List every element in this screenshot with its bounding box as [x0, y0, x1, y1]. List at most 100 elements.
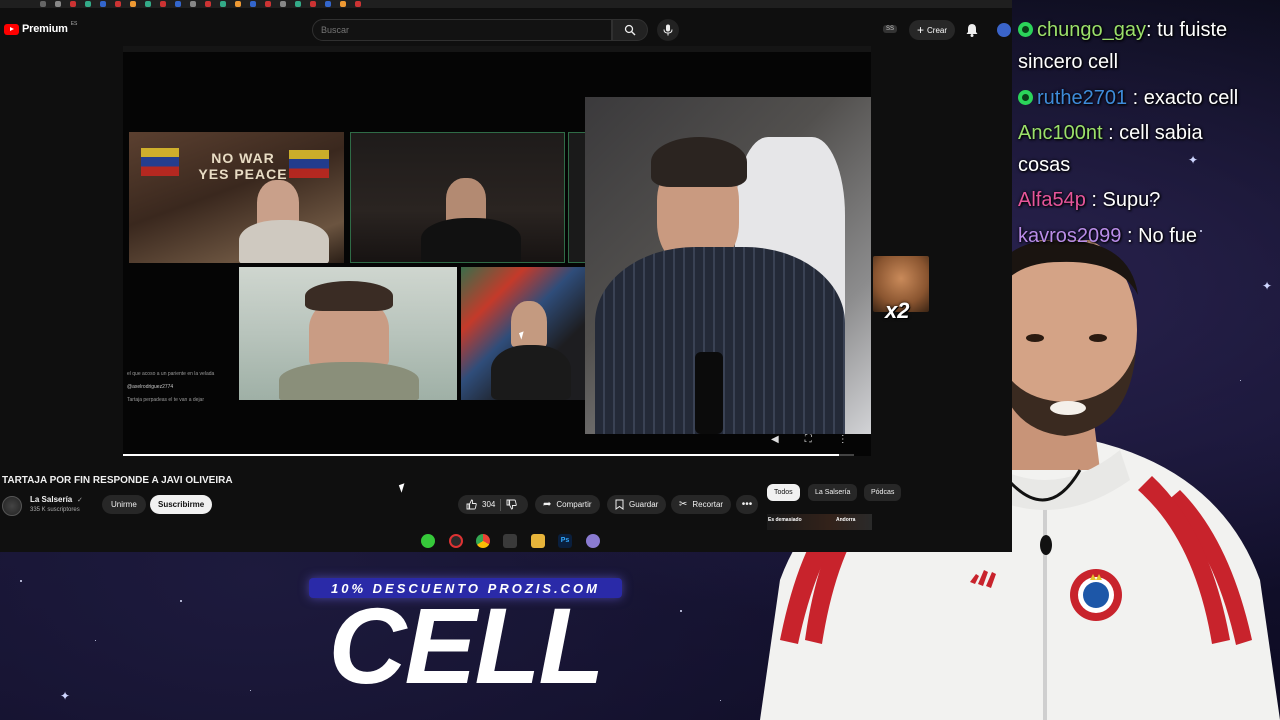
app-taskbar-icon[interactable]: [449, 534, 463, 548]
star: [250, 690, 251, 691]
tab-favicon[interactable]: [295, 1, 301, 7]
tab-favicon[interactable]: [55, 1, 61, 7]
tab-favicon[interactable]: [310, 1, 316, 7]
tab-favicon[interactable]: [160, 1, 166, 7]
chat-badge-icon: [1018, 22, 1033, 37]
thumbs-up-icon[interactable]: [466, 499, 477, 510]
tab-favicon[interactable]: [145, 1, 151, 7]
chat-message: Anc100nt : cell sabia: [1018, 117, 1203, 149]
tab-favicon[interactable]: [220, 1, 226, 7]
more-horizontal-icon: •••: [741, 499, 753, 510]
browser-window: Premium ES SS + Crear: [0, 0, 1012, 552]
search-icon: [624, 24, 636, 36]
more-icon[interactable]: ⋮: [838, 434, 848, 445]
folder-taskbar-icon[interactable]: [531, 534, 545, 548]
tab-favicon[interactable]: [325, 1, 331, 7]
tab-favicon[interactable]: [205, 1, 211, 7]
video-player[interactable]: NO WAR YES PEACE el que acoso a un parie…: [123, 46, 871, 456]
bookmark-icon: [615, 499, 624, 510]
chip-all[interactable]: Todos: [767, 484, 800, 501]
tab-favicon[interactable]: [280, 1, 286, 7]
like-dislike-group: 304: [458, 495, 528, 514]
subscriber-count: 335 K suscriptores: [30, 507, 80, 513]
player-controls: ◀ ⛶ ⋮: [771, 434, 848, 445]
emote-multiplier: x2: [885, 298, 910, 323]
tab-favicon[interactable]: [85, 1, 91, 7]
youtube-play-icon: [4, 23, 19, 35]
fullscreen-icon[interactable]: ⛶: [805, 434, 812, 445]
mini-chat-line: el que acoso a un pariente en la velada: [127, 371, 215, 377]
share-button[interactable]: ➦ Compartir: [535, 495, 600, 514]
search-button[interactable]: [612, 19, 648, 41]
thumbnail-text: Es demasiado: [768, 517, 802, 523]
youtube-logo[interactable]: Premium ES: [4, 21, 77, 35]
like-count[interactable]: 304: [482, 500, 495, 509]
mouse-cursor: [398, 483, 408, 493]
mini-chat-user: @axelrodriguez2774: [127, 384, 174, 390]
tab-favicon[interactable]: [265, 1, 271, 7]
guest-hair: [651, 137, 747, 187]
guest-cam-2: [350, 132, 565, 263]
account-avatar[interactable]: [997, 23, 1011, 37]
tab-favicon[interactable]: [340, 1, 346, 7]
sparkle: ✦: [60, 689, 71, 703]
chat-text: : exacto cell: [1127, 87, 1239, 109]
tab-favicon[interactable]: [235, 1, 241, 7]
guest-cam-1: NO WAR YES PEACE: [129, 132, 344, 263]
create-label: Crear: [927, 25, 948, 35]
tab-favicon[interactable]: [190, 1, 196, 7]
app-taskbar-icon[interactable]: [586, 534, 600, 548]
tab-favicon[interactable]: [40, 1, 46, 7]
microphone-icon: [663, 24, 673, 36]
progress-bar[interactable]: [123, 454, 854, 456]
chat-username: Anc100nt: [1018, 122, 1103, 144]
chat-message: Alfa54p : Supu?: [1018, 184, 1160, 216]
editor-taskbar-icon[interactable]: [503, 534, 517, 548]
cell-logo: CELL: [328, 585, 605, 706]
tab-favicon[interactable]: [250, 1, 256, 7]
mini-chat-line: Tartaja perpadeas el te van a dejar: [127, 397, 204, 403]
save-label: Guardar: [629, 500, 659, 509]
star: [95, 640, 96, 641]
create-button[interactable]: + Crear: [909, 20, 956, 40]
search-input[interactable]: [312, 19, 612, 41]
chat-username: ruthe2701: [1037, 87, 1128, 109]
subscribe-button[interactable]: Suscribirme: [150, 495, 213, 514]
voice-search-button[interactable]: [657, 19, 679, 41]
save-button[interactable]: Guardar: [607, 495, 667, 514]
chip-channel[interactable]: La Salsería: [808, 484, 858, 501]
guest-cam-3: [239, 267, 457, 400]
chat-username: chungo_gay: [1037, 19, 1146, 41]
tab-favicon[interactable]: [100, 1, 106, 7]
tab-favicon[interactable]: [130, 1, 136, 7]
clip-button[interactable]: ✂ Recortar: [671, 495, 732, 514]
spotify-taskbar-icon[interactable]: [421, 534, 435, 548]
extension-badge[interactable]: SS: [883, 25, 898, 33]
channel-name[interactable]: La Salsería: [30, 495, 72, 504]
star: [180, 600, 182, 602]
star: [680, 610, 682, 612]
more-actions-button[interactable]: •••: [736, 495, 758, 514]
star: [20, 580, 22, 582]
verified-icon: ✓: [77, 497, 83, 504]
channel-avatar[interactable]: [2, 496, 22, 516]
tab-favicon[interactable]: [115, 1, 121, 7]
guest-body: [279, 362, 419, 400]
photoshop-taskbar-icon[interactable]: Ps: [558, 534, 572, 548]
chat-text: : tu fuiste: [1145, 19, 1228, 41]
tab-favicon[interactable]: [175, 1, 181, 7]
flag-decoration: [141, 148, 179, 176]
thumbs-down-icon[interactable]: [506, 499, 518, 510]
guest-body: [491, 345, 571, 400]
volume-icon[interactable]: ◀: [771, 434, 779, 445]
guest-hair: [305, 281, 393, 311]
join-button[interactable]: Unirme: [102, 495, 146, 514]
wall-sign-text: NO WAR YES PEACE: [198, 150, 288, 182]
notifications-bell-icon[interactable]: [964, 22, 980, 38]
chrome-taskbar-icon[interactable]: [476, 534, 490, 548]
chat-badge-icon: [1018, 90, 1033, 105]
tab-favicon[interactable]: [355, 1, 361, 7]
chip-podcasts[interactable]: Pódcas: [864, 484, 902, 501]
tab-favicon[interactable]: [70, 1, 76, 7]
share-icon: ➦: [543, 499, 552, 510]
